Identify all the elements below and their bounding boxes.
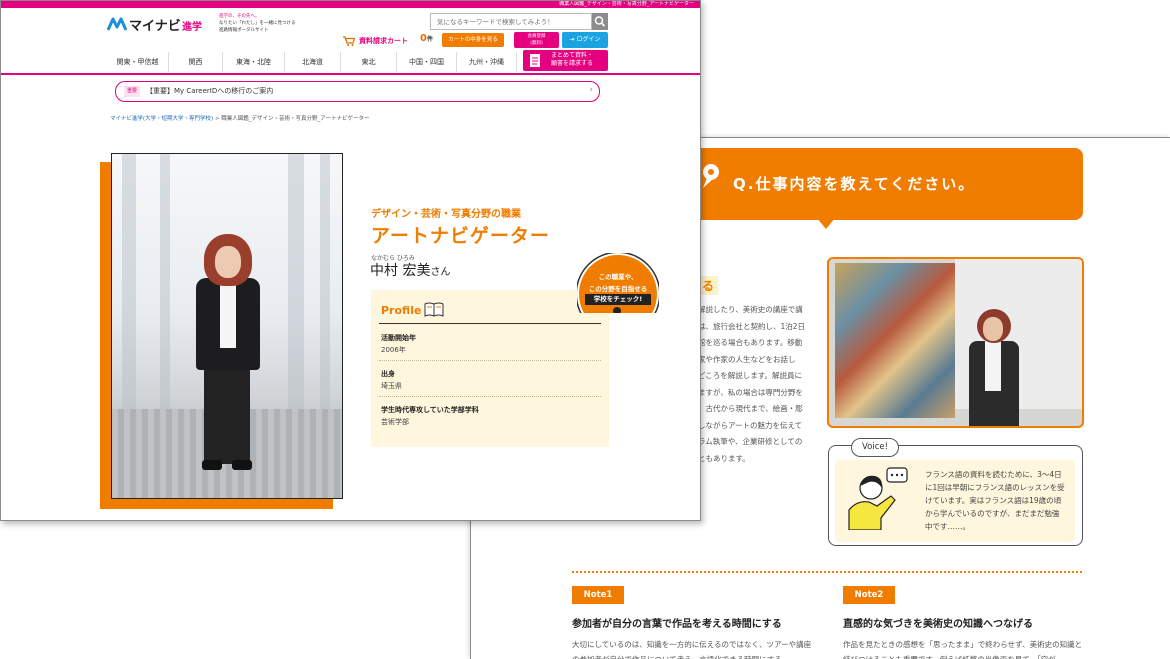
profile-row-divider <box>379 360 601 361</box>
logo-brand[interactable]: マイナビ <box>129 15 181 34</box>
profile-label: 出身 <box>381 370 395 378</box>
register-button-line: (無料) <box>530 41 543 46</box>
breadcrumb-link[interactable]: マイナビ進学(大学・短期大学・専門学校) <box>110 116 213 122</box>
region-tab[interactable]: 中国・四国 <box>397 52 457 72</box>
breadcrumb-separator: > <box>214 116 220 122</box>
nav-underline <box>1 73 700 75</box>
question-title: Q.仕事内容を教えてください。 <box>733 175 976 193</box>
divider <box>572 571 1082 573</box>
tagline-line: 進路情報ポータルサイト <box>219 28 269 33</box>
voice-tag: Voice! <box>851 438 900 457</box>
lecture-photo <box>827 257 1084 428</box>
region-tab[interactable]: 東海・北陸 <box>223 52 285 72</box>
chevron-right-icon: › <box>589 85 593 95</box>
profile-value: 芸術学部 <box>381 418 409 426</box>
breadcrumb-current: 職業人図鑑_デザイン・芸術・写真分野_アートナビゲーター <box>221 116 370 122</box>
logo-suffix[interactable]: 進学 <box>182 18 202 33</box>
note-title: 参加者が自分の言葉で作品を考える時間にする <box>572 619 782 630</box>
search-icon <box>594 16 606 27</box>
region-tab[interactable]: 東北 <box>341 52 397 72</box>
badge-line: この職業や、 <box>598 273 638 281</box>
note-title: 直感的な気づきを美術史の知識へつなげる <box>843 619 1033 630</box>
region-tab[interactable]: 九州・沖縄 <box>457 52 517 72</box>
question-banner-tail <box>817 218 835 229</box>
badge-dot <box>613 307 621 313</box>
book-icon <box>424 302 444 317</box>
body-line: ますが、私の場合は専門分野を <box>698 387 803 397</box>
region-tab[interactable]: 関東・甲信越 <box>107 52 169 72</box>
body-line: 。古代から現代まで、絵画・彫 <box>698 404 803 413</box>
region-tab[interactable]: 関西 <box>169 52 223 72</box>
profile-value: 2006年 <box>381 346 406 354</box>
body-line: 家や作家の人生などをお話し <box>698 354 796 364</box>
badge-line: この分野を目指せる <box>588 285 648 293</box>
profile-label: 活動開始年 <box>381 334 416 342</box>
notice-banner[interactable]: 重要 【重要】My CareerIDへの移行のご案内 › <box>115 81 600 102</box>
chat-bubble-icon <box>703 164 719 188</box>
tagline-line: なりたい「わたし」を一緒に見つける <box>219 21 296 26</box>
search-input[interactable] <box>430 13 592 30</box>
job-title: アートナビゲーター <box>371 225 550 247</box>
body-line: 解説したり、美術史の講座で講 <box>698 305 803 314</box>
section-heading-fragment: る <box>698 276 719 295</box>
profile-box: Profile 活動開始年 2006年 出身 埼玉県 学生時代専攻していた学部学… <box>371 290 609 447</box>
honorific: さん <box>430 267 451 278</box>
logo-tagline: 進学の、その先へ。 なりたい「わたし」を一緒に見つける 進路情報ポータルサイト <box>219 13 309 34</box>
register-button[interactable]: 会員登録 (無料) <box>514 32 559 48</box>
body-line: ラム執筆や、企業研修としての <box>698 437 803 446</box>
bulk-request-line: 願書を請求する <box>551 60 594 67</box>
note-body: 作品を見たときの感想を「思ったまま」で終わらせず、美術史の知識と結びつけることも… <box>843 640 1083 659</box>
article-page-front: 職業人図鑑_デザイン・芸術・写真分野_アートナビゲーター マイナビ 進学 進学の… <box>0 0 701 521</box>
portrait-photo <box>111 153 343 499</box>
cart-count-unit: 件 <box>426 36 433 43</box>
body-line: しながらアートの魅力を伝えて <box>698 420 803 430</box>
person-name-text: 中村 宏美 <box>370 263 431 279</box>
region-nav: 関東・甲信越 関西 東海・北陸 北海道 東北 中国・四国 九州・沖縄 <box>107 52 517 72</box>
projected-painting <box>835 263 955 418</box>
view-cart-button[interactable]: カートの中身を見る <box>442 33 504 47</box>
voice-box: Voice! フランス語の資料を読むために、3〜4日に1回は早朝にフランス語のレ… <box>828 438 1083 546</box>
person-figure <box>190 234 270 474</box>
region-tab[interactable]: 北海道 <box>285 52 341 72</box>
voice-text: フランス語の資料を読むために、3〜4日に1回は早朝にフランス語のレッスンを受けて… <box>925 470 1065 531</box>
bulk-request-button[interactable]: まとめて資料・ 願書を請求する <box>523 50 608 71</box>
field-label: デザイン・芸術・写真分野の職業 <box>371 209 521 220</box>
body-line: は、旅行会社と契約し、1泊2日 <box>698 321 806 331</box>
school-check-badge[interactable]: この職業や、 この分野を目指せる 学校をチェック! <box>577 253 659 313</box>
login-label: ログイン <box>576 36 601 43</box>
article-body-text: 解説したり、美術史の講座で講 は、旅行会社と契約し、1泊2日 館を巡る場合もあり… <box>698 302 816 467</box>
note-body: 大切にしているのは、知識を一方的に伝えるのではなく、ツアーや講座の参加者が自分で… <box>572 640 812 659</box>
body-line: どころを解説します。解説員に <box>698 371 803 380</box>
document-icon <box>530 54 540 67</box>
profile-value: 埼玉県 <box>381 382 402 390</box>
search-button[interactable] <box>592 13 608 30</box>
cart-count: 0件 <box>420 33 433 44</box>
tagline-line: 進学の、その先へ。 <box>219 14 260 19</box>
login-button[interactable]: ⇥ ログイン <box>562 32 608 48</box>
note-badge: Note2 <box>843 586 895 604</box>
person-name: 中村 宏美さん <box>370 260 450 280</box>
profile-title: Profile <box>381 304 422 317</box>
top-strip-title: 職業人図鑑_デザイン・芸術・写真分野_アートナビゲーター <box>559 1 694 7</box>
cart-icon[interactable] <box>343 36 355 46</box>
cart-label[interactable]: 資料請求カート <box>359 36 408 46</box>
body-line: ともあります。 <box>698 453 750 463</box>
note-badge: Note1 <box>572 586 624 604</box>
register-button-line: 会員登録 <box>527 34 546 39</box>
notice-tag: 重要 <box>124 86 141 97</box>
badge-cta: 学校をチェック! <box>585 294 651 305</box>
top-strip: 職業人図鑑_デザイン・芸術・写真分野_アートナビゲーター <box>1 1 700 8</box>
bulk-request-line: まとめて資料・ <box>551 52 594 59</box>
cart-count-value: 0 <box>420 33 427 44</box>
speaker-figure <box>969 309 1019 426</box>
body-line: 館を巡る場合もあります。移動 <box>698 338 803 347</box>
logo-icon[interactable] <box>107 16 127 32</box>
profile-divider <box>379 323 601 324</box>
speech-bubble-icon <box>848 467 908 530</box>
breadcrumb: マイナビ進学(大学・短期大学・専門学校) > 職業人図鑑_デザイン・芸術・写真分… <box>110 114 369 122</box>
profile-row-divider <box>379 396 601 397</box>
profile-label: 学生時代専攻していた学部学科 <box>381 406 479 414</box>
notice-text: 【重要】My CareerIDへの移行のご案内 <box>146 87 274 95</box>
